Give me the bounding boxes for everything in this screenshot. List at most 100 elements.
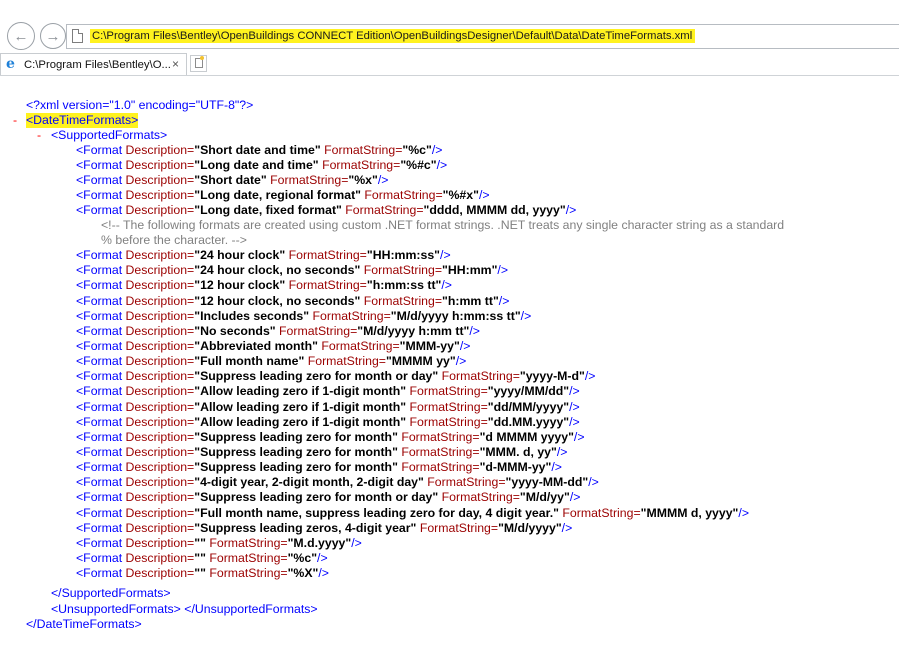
description-value: "Suppress leading zero for month" — [194, 460, 398, 474]
formatstring-value: "%#x" — [442, 188, 479, 202]
tag-start: <Format — [76, 430, 126, 444]
formatstring-value: "%#c" — [400, 158, 437, 172]
tag-end: /> — [469, 324, 480, 338]
collapse-toggle[interactable]: - — [13, 113, 17, 128]
description-value: "12 hour clock, no seconds" — [194, 294, 361, 308]
formatstring-value: "d MMMM yyyy" — [479, 430, 574, 444]
description-attribute: Description= — [125, 158, 195, 172]
formatstring-value: "MMM-yy" — [399, 339, 460, 353]
tab-bar: e C:\Program Files\Bentley\O... × — [0, 50, 899, 76]
format-element-line: <Format Description="" FormatString="%X"… — [76, 566, 329, 581]
format-element-line: <Format Description="No seconds" FormatS… — [76, 324, 480, 339]
xml-declaration: <?xml version="1.0" encoding="UTF-8"?> — [26, 98, 254, 112]
formatstring-value: "%c" — [402, 143, 432, 157]
tag-end: /> — [556, 445, 568, 459]
formatstring-value: "M.d.yyyy" — [287, 536, 352, 550]
tag-start: <Format — [76, 384, 126, 398]
formatstring-value: "dd/MM/yyyy" — [487, 400, 570, 414]
description-attribute: Description= — [125, 143, 195, 157]
format-element-line: <Format Description="" FormatString="M.d… — [76, 536, 362, 551]
comment-line: <!-- The following formats are created u… — [101, 218, 785, 232]
format-element-line: <Format Description="Full month name" Fo… — [76, 354, 466, 369]
description-attribute: Description= — [125, 188, 195, 202]
description-attribute: Description= — [125, 430, 195, 444]
description-value: "Allow leading zero if 1-digit month" — [194, 415, 407, 429]
description-attribute: Description= — [125, 173, 195, 187]
description-value: "Suppress leading zeros, 4-digit year" — [194, 521, 417, 535]
tag-end: /> — [569, 384, 580, 398]
formatstring-value: "HH:mm:ss" — [366, 248, 441, 262]
description-value: "4-digit year, 2-digit month, 2-digit da… — [194, 475, 424, 489]
tag-end: /> — [436, 158, 448, 172]
description-attribute: Description= — [125, 490, 195, 504]
tag-end: /> — [455, 354, 467, 368]
description-value: "" — [194, 551, 206, 565]
format-element-line: <Format Description="12 hour clock, no s… — [76, 294, 509, 309]
description-value: "Long date, fixed format" — [194, 203, 342, 217]
description-value: "Full month name, suppress leading zero … — [194, 506, 559, 520]
tag-start: <Format — [76, 415, 126, 429]
description-value: "Allow leading zero if 1-digit month" — [194, 400, 407, 414]
tag-start: <Format — [76, 369, 126, 383]
formatstring-value: "h:mm tt" — [442, 294, 499, 308]
root-close-line: </DateTimeFormats> — [26, 617, 142, 631]
tag-start: <Format — [76, 309, 126, 323]
tag-end: /> — [440, 248, 451, 262]
format-element-line: <Format Description="Long date, regional… — [76, 188, 490, 203]
tag-start: <Format — [76, 278, 126, 292]
description-value: "Suppress leading zero for month or day" — [194, 369, 439, 383]
formatstring-value: "dd.MM.yyyy" — [487, 415, 570, 429]
tag-end: /> — [584, 369, 596, 383]
root-open-tag: <DateTimeFormats> — [26, 113, 139, 128]
collapse-toggle[interactable]: - — [37, 128, 41, 143]
tag-end: /> — [351, 536, 362, 550]
back-arrow-icon[interactable]: ← — [7, 22, 35, 50]
formatstring-attribute: FormatString= — [279, 324, 358, 338]
tag-end: /> — [569, 415, 580, 429]
formatstring-attribute: FormatString= — [322, 158, 401, 172]
close-tab-icon[interactable]: × — [172, 57, 179, 71]
comment-line: % before the character. --> — [101, 233, 247, 247]
formatstring-attribute: FormatString= — [363, 263, 443, 277]
description-attribute: Description= — [125, 324, 195, 338]
formatstring-attribute: FormatString= — [345, 203, 424, 217]
tag-end: /> — [441, 278, 452, 292]
formatstring-value: "MMM. d, yy" — [479, 445, 557, 459]
description-attribute: Description= — [125, 354, 195, 368]
description-attribute: Description= — [125, 248, 195, 262]
format-element-line: <Format Description="" FormatString="%c"… — [76, 551, 328, 566]
tag-start: <Format — [76, 188, 126, 202]
new-tab-button[interactable] — [190, 55, 207, 72]
description-attribute: Description= — [125, 415, 195, 429]
description-attribute: Description= — [125, 309, 195, 323]
tag-end: /> — [738, 506, 750, 520]
tab-active[interactable]: e C:\Program Files\Bentley\O... × — [0, 53, 187, 75]
description-attribute: Description= — [125, 460, 195, 474]
format-element-line: <Format Description="Suppress leading ze… — [76, 445, 567, 460]
tag-end: /> — [377, 173, 389, 187]
format-element-line: <Format Description="Allow leading zero … — [76, 400, 580, 415]
tag-start: <Format — [76, 400, 126, 414]
tag-end: /> — [498, 294, 510, 308]
address-bar[interactable]: C:\Program Files\Bentley\OpenBuildings C… — [66, 24, 899, 49]
address-text[interactable]: C:\Program Files\Bentley\OpenBuildings C… — [90, 29, 696, 43]
formatstring-attribute: FormatString= — [409, 415, 488, 429]
description-attribute: Description= — [125, 263, 195, 277]
description-attribute: Description= — [125, 551, 195, 565]
format-element-line: <Format Description="Allow leading zero … — [76, 384, 580, 399]
formatstring-attribute: FormatString= — [409, 384, 488, 398]
tag-start: <Format — [76, 475, 126, 489]
description-attribute: Description= — [125, 384, 195, 398]
forward-arrow-icon[interactable]: → — [40, 23, 66, 49]
format-element-line: <Format Description="Abbreviated month" … — [76, 339, 470, 354]
tag-end: /> — [317, 551, 328, 565]
formatstring-value: "M/d/yyyy h:mm:ss tt" — [390, 309, 521, 323]
tag-start: <Format — [76, 173, 126, 187]
format-element-line: <Format Description="24 hour clock" Form… — [76, 248, 451, 263]
tag-start: <Format — [76, 354, 126, 368]
tag-end: /> — [497, 263, 509, 277]
tag-start: <Format — [76, 460, 126, 474]
tag-end: /> — [569, 400, 580, 414]
description-attribute: Description= — [125, 536, 195, 550]
supported-close-line: </SupportedFormats> — [51, 586, 171, 600]
